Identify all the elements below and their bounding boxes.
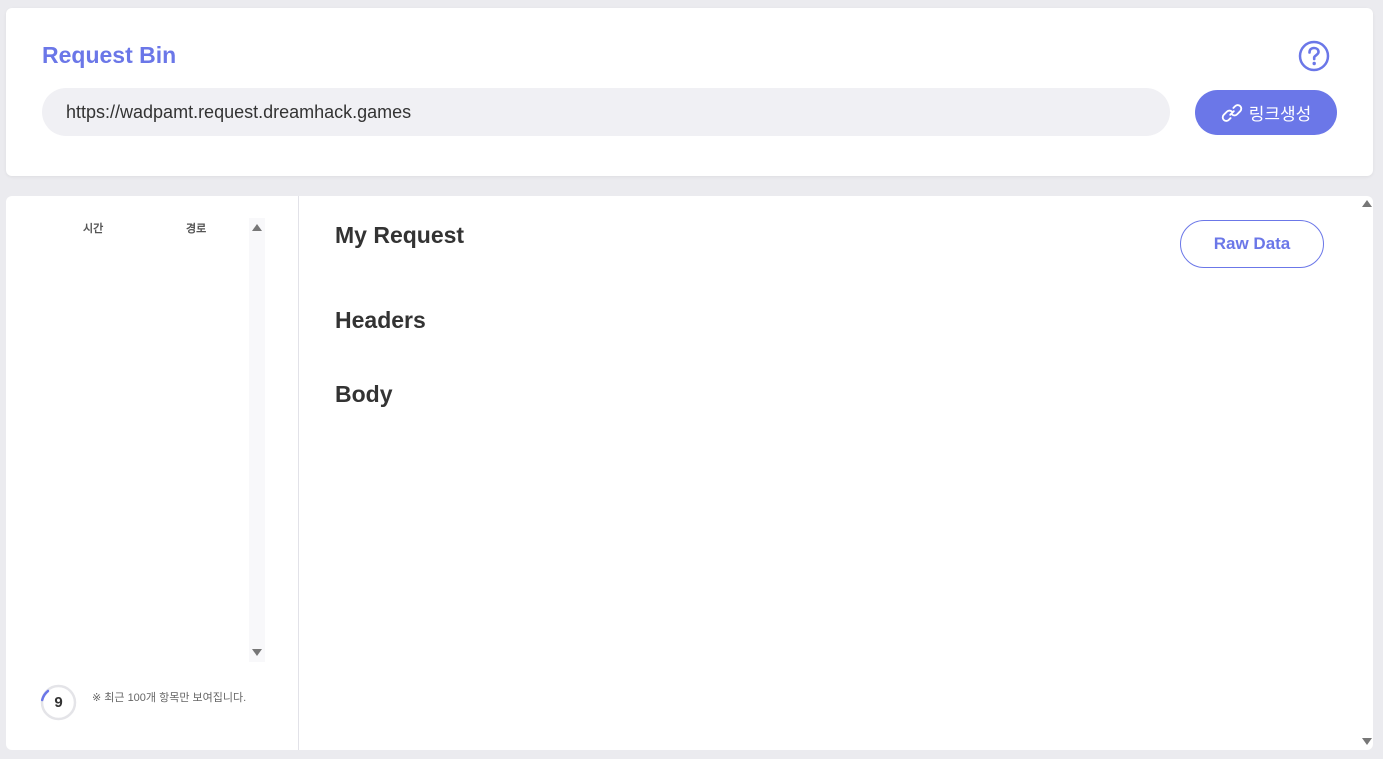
headers-section-title: Headers [335,307,426,333]
scroll-up-arrow-icon[interactable] [252,224,262,231]
detail-scrollbar[interactable] [1360,196,1373,750]
request-count: 9 [54,694,63,711]
header-card: Request Bin 링크생성 [6,8,1373,176]
question-circle-icon [1298,40,1330,72]
request-url-field[interactable] [42,88,1170,136]
generate-link-label: 링크생성 [1248,105,1312,124]
raw-data-button[interactable]: Raw Data [1180,220,1324,268]
page-title: My Request [335,222,465,248]
help-button[interactable] [1298,40,1330,72]
column-header-time[interactable]: 시간 [83,220,103,236]
scroll-up-arrow-icon[interactable] [1362,200,1372,207]
scroll-down-arrow-icon[interactable] [252,649,262,656]
generate-link-button[interactable]: 링크생성 [1195,90,1337,135]
brand-title[interactable]: Request Bin [42,42,176,69]
link-icon [1221,103,1242,122]
request-list-scrollbar[interactable] [249,218,265,662]
scroll-down-arrow-icon[interactable] [1362,738,1372,745]
column-header-path[interactable]: 경로 [186,220,206,236]
request-list-pane: 시간 경로 9 ※ 최근 100개 항목만 보여집니다. [6,196,299,750]
request-panel: 시간 경로 9 ※ 최근 100개 항목만 보여집니다. My Request … [6,196,1373,750]
request-count-indicator: 9 [40,684,77,721]
recent-items-note: ※ 최근 100개 항목만 보여집니다. [92,692,247,704]
body-section-title: Body [335,381,393,407]
